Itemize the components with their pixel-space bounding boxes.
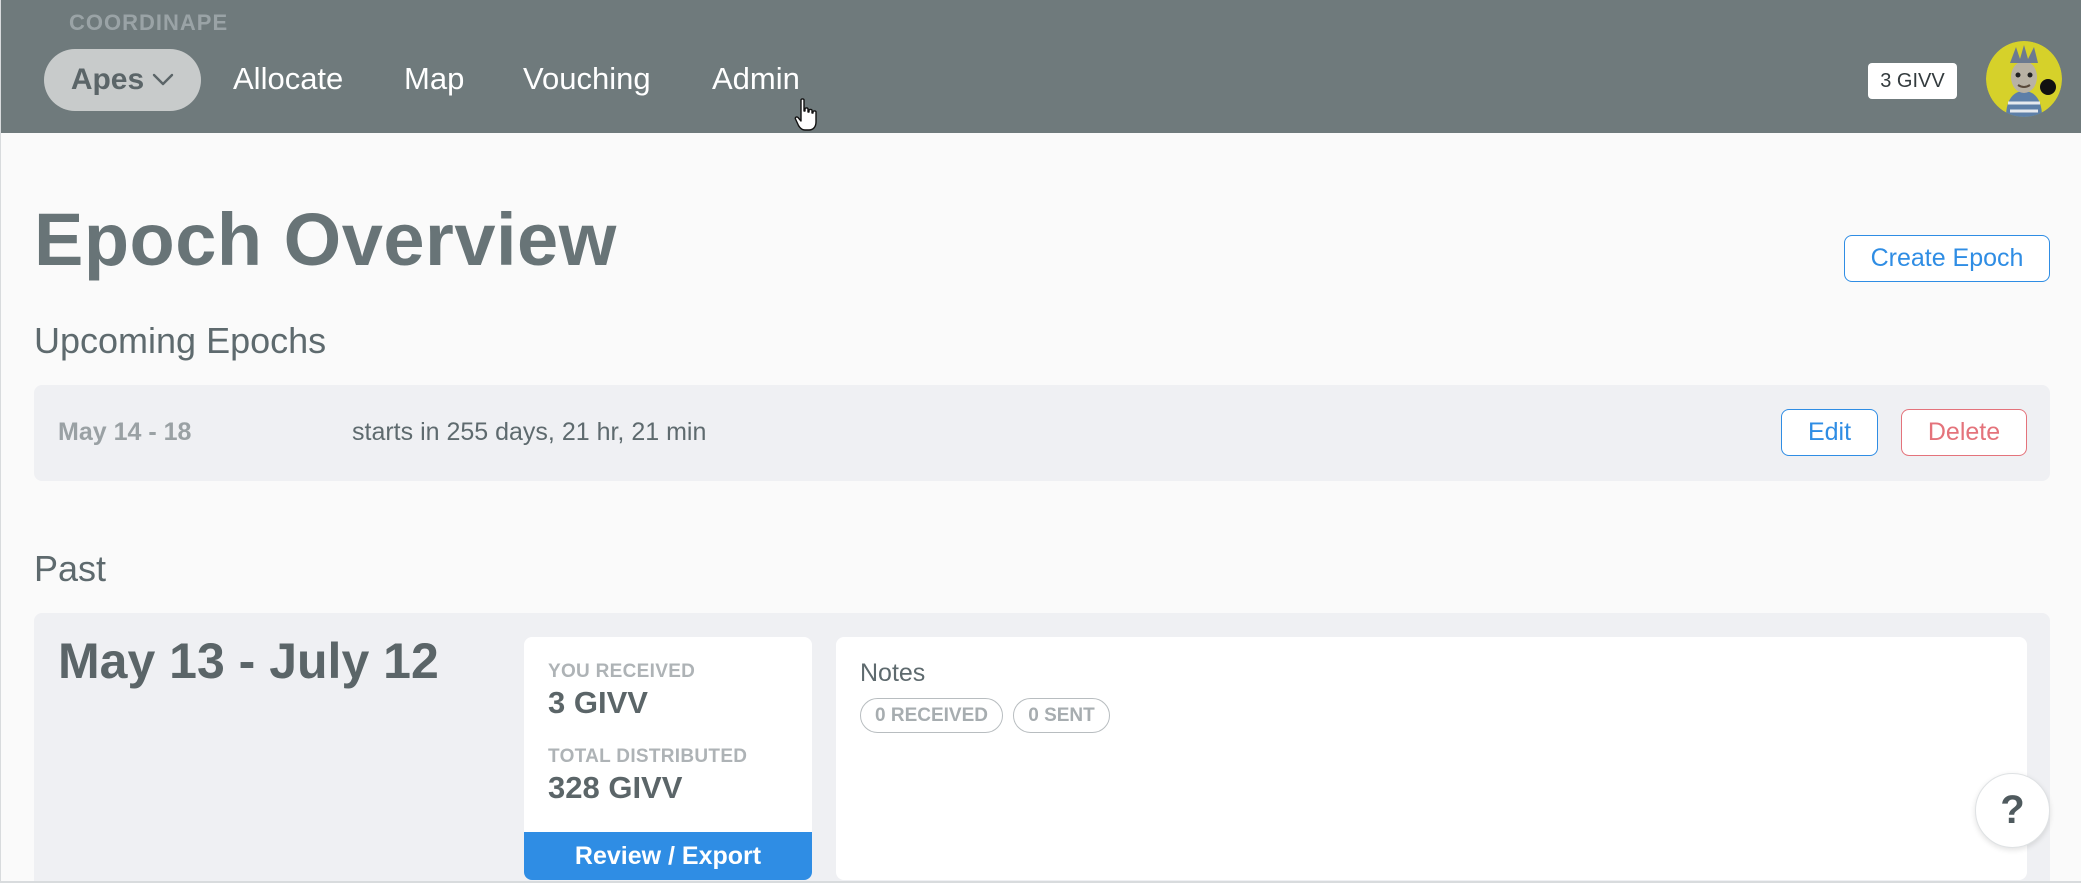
nav-link-map[interactable]: Map <box>404 61 464 97</box>
you-received-label: YOU RECEIVED <box>548 661 696 682</box>
circle-selector-label: Apes <box>70 63 145 96</box>
notes-sent-chip[interactable]: 0 SENT <box>1013 698 1110 733</box>
brand-logo: COORDINAPE <box>69 10 229 35</box>
givv-balance-badge: 3 GIVV <box>1868 63 1957 99</box>
past-epoch-dates: May 13 - July 12 <box>58 633 439 689</box>
nav-link-admin[interactable]: Admin <box>712 61 800 97</box>
chevron-down-icon <box>152 73 174 86</box>
help-button[interactable]: ? <box>1975 773 2050 848</box>
circle-selector-button[interactable]: Apes <box>44 49 201 111</box>
notes-title: Notes <box>860 659 926 687</box>
upcoming-epoch-dates: May 14 - 18 <box>58 418 192 446</box>
delete-epoch-button[interactable]: Delete <box>1901 409 2027 456</box>
edit-epoch-button[interactable]: Edit <box>1781 409 1878 456</box>
hand-cursor-icon <box>794 98 817 131</box>
ape-avatar-icon <box>1986 41 2062 117</box>
page-title: Epoch Overview <box>34 198 617 281</box>
notes-card: Notes 0 RECEIVED 0 SENT <box>836 637 2027 880</box>
total-distributed-label: TOTAL DISTRIBUTED <box>548 746 748 767</box>
review-export-button[interactable]: Review / Export <box>524 832 812 880</box>
total-distributed-value: 328 GIVV <box>548 770 683 805</box>
notes-received-chip[interactable]: 0 RECEIVED <box>860 698 1003 733</box>
nav-link-allocate[interactable]: Allocate <box>233 61 343 97</box>
create-epoch-button[interactable]: Create Epoch <box>1844 235 2050 282</box>
upcoming-epoch-countdown: starts in 255 days, 21 hr, 21 min <box>352 418 707 446</box>
avatar[interactable] <box>1986 41 2062 117</box>
nav-link-vouching[interactable]: Vouching <box>523 61 651 97</box>
you-received-value: 3 GIVV <box>548 685 648 720</box>
epoch-stats-card: YOU RECEIVED 3 GIVV TOTAL DISTRIBUTED 32… <box>524 637 812 880</box>
upcoming-epochs-heading: Upcoming Epochs <box>34 320 327 361</box>
past-epochs-heading: Past <box>34 548 107 589</box>
upcoming-epoch-row: May 14 - 18 starts in 255 days, 21 hr, 2… <box>34 385 2050 481</box>
top-nav-bar: COORDINAPE Apes Allocate Map Vouching Ad… <box>1 0 2081 133</box>
